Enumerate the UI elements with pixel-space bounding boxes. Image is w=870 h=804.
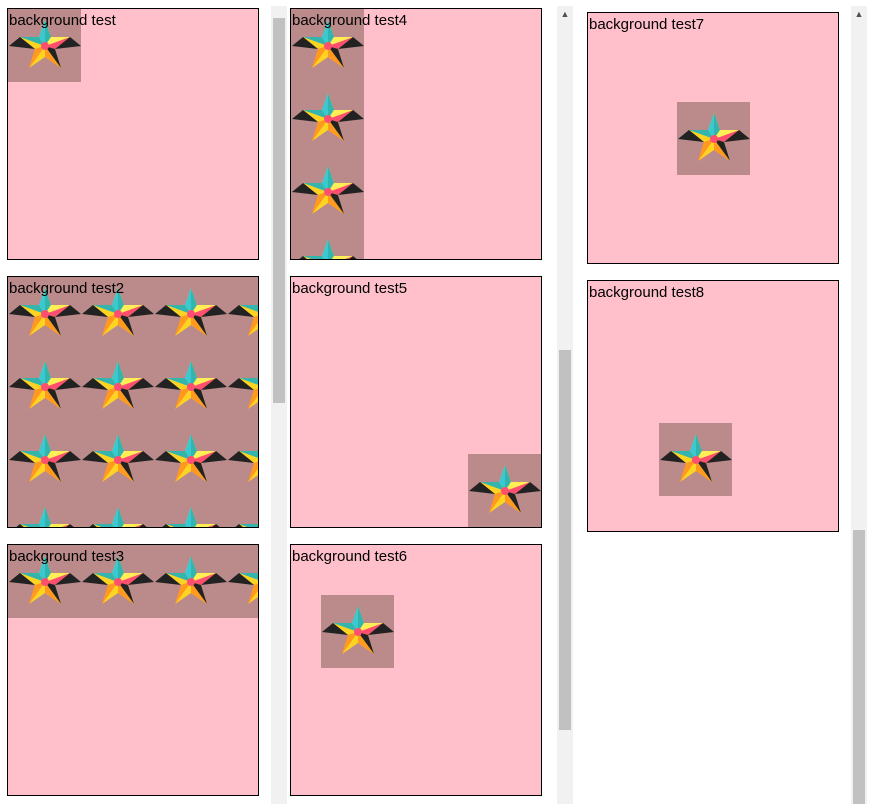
star-tile-icon (8, 277, 258, 527)
star-tile-icon (321, 595, 394, 668)
box-label: background test8 (589, 284, 705, 301)
star-tile-icon (291, 9, 364, 259)
box-label: background test7 (589, 16, 705, 33)
box-label: background test3 (9, 548, 125, 565)
box-label: background test5 (292, 280, 408, 297)
star-tile-icon (659, 423, 732, 496)
scroll-up-arrow-icon[interactable]: ▲ (557, 6, 573, 22)
background-test4-box: background test4 (290, 8, 542, 260)
background-test5-box: background test5 (290, 276, 542, 528)
background-test8-box: background test8 (587, 280, 839, 532)
box-label: background test4 (292, 12, 408, 29)
background-test3-box: background test3 (7, 544, 259, 796)
scroll-thumb[interactable] (273, 18, 285, 403)
column3-scrollbar[interactable]: ▲ (851, 6, 867, 804)
star-tile-icon (468, 454, 541, 527)
star-tile-icon (677, 102, 750, 175)
background-test6-box: background test6 (290, 544, 542, 796)
column2-scrollbar[interactable]: ▲ (557, 6, 573, 804)
background-test2-box: background test2 (7, 276, 259, 528)
background-test-box: background test (7, 8, 259, 260)
column1-scrollbar[interactable] (271, 6, 287, 804)
scroll-thumb[interactable] (853, 530, 865, 804)
box-label: background test (9, 12, 116, 29)
scroll-up-arrow-icon[interactable]: ▲ (851, 6, 867, 22)
box-label: background test2 (9, 280, 125, 297)
scroll-thumb[interactable] (559, 350, 571, 730)
box-label: background test6 (292, 548, 408, 565)
background-test7-box: background test7 (587, 12, 839, 264)
